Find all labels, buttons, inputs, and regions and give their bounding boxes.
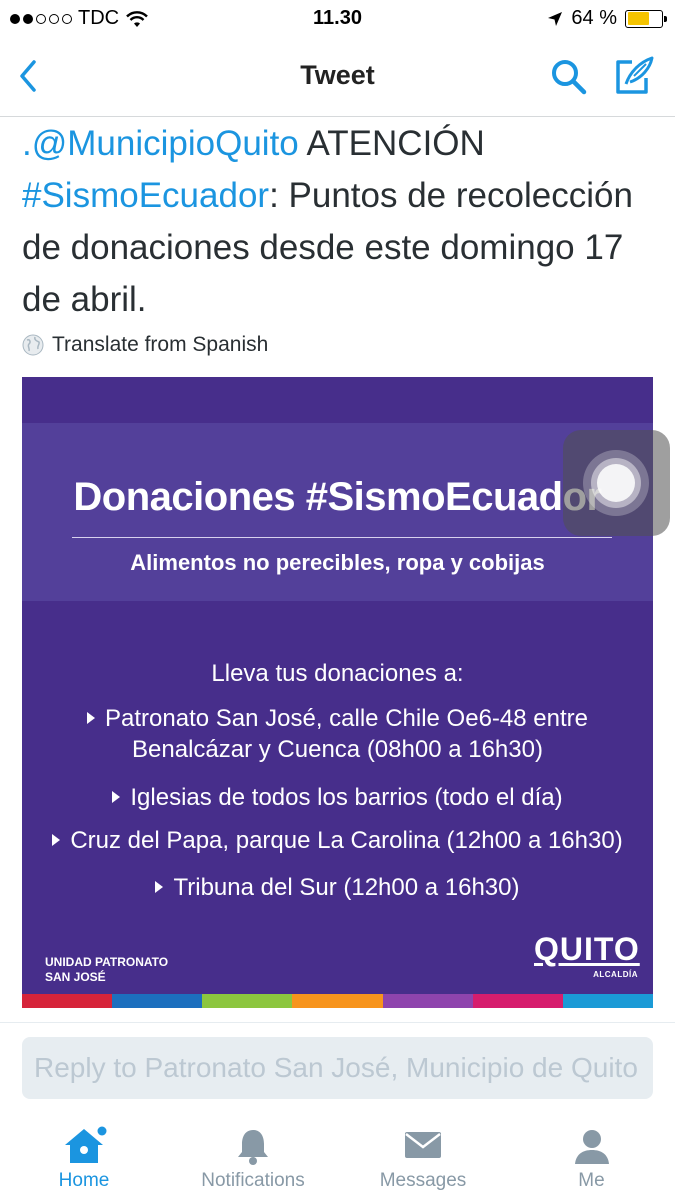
search-icon[interactable] <box>548 56 590 98</box>
tweet-text: .@MunicipioQuito ATENCIÓN #SismoEcuador:… <box>22 118 662 326</box>
location-text: Tribuna del Sur (12h00 a 16h30) <box>173 874 520 901</box>
stripe-segment <box>292 994 383 1008</box>
battery-percent: 64 % <box>571 7 617 29</box>
reply-bar <box>0 1022 675 1113</box>
location-arrow-icon <box>548 11 563 26</box>
media-intro: Lleva tus donaciones a: <box>211 660 464 687</box>
location-item: Iglesias de todos los barrios (todo el d… <box>22 782 653 813</box>
location-text: Cruz del Papa, parque La Carolina (12h00… <box>70 827 623 854</box>
stripe-segment <box>562 994 653 1008</box>
bullet-triangle-icon <box>112 791 121 803</box>
hashtag-link[interactable]: #SismoEcuador <box>22 176 269 215</box>
tab-label: Messages <box>379 1170 467 1191</box>
tab-label: Me <box>578 1170 605 1191</box>
tab-messages[interactable]: Messages <box>338 1112 508 1200</box>
translate-label: Translate from Spanish <box>52 333 269 356</box>
organization-name: UNIDAD PATRONATO SAN JOSÉ <box>45 955 168 985</box>
tweet-media-image[interactable]: Donaciones #SismoEcuador Alimentos no pe… <box>22 377 653 1008</box>
location-item: Tribuna del Sur (12h00 a 16h30) <box>22 872 653 903</box>
status-right: 64 % <box>547 7 667 30</box>
quito-logo: QUITO ALCALDÍA <box>534 931 640 979</box>
envelope-icon <box>405 1132 441 1158</box>
compose-tweet-icon[interactable] <box>612 54 656 98</box>
mention-link[interactable]: .@MunicipioQuito <box>22 124 299 163</box>
org-line: SAN JOSÉ <box>45 970 106 984</box>
divider <box>72 537 612 538</box>
color-stripe <box>22 994 653 1008</box>
stripe-segment <box>112 994 203 1008</box>
assistive-touch-button[interactable] <box>563 430 670 536</box>
battery-icon <box>625 9 667 28</box>
location-item: Cruz del Papa, parque La Carolina (12h00… <box>22 825 653 856</box>
home-icon <box>65 1126 107 1163</box>
reply-input[interactable] <box>22 1037 653 1099</box>
location-text: Benalcázar y Cuenca (08h00 a 16h30) <box>132 736 543 763</box>
tab-label: Notifications <box>201 1170 305 1191</box>
tab-label: Home <box>58 1170 110 1191</box>
logo-sub: ALCALDÍA <box>593 970 638 979</box>
person-icon <box>574 1130 609 1164</box>
stripe-segment <box>472 994 563 1008</box>
bullet-triangle-icon <box>155 881 164 893</box>
logo-word: QUITO <box>534 931 640 967</box>
tab-notifications[interactable]: Notifications <box>168 1112 338 1200</box>
tab-home[interactable]: Home <box>0 1112 168 1200</box>
back-chevron-icon[interactable] <box>14 56 44 96</box>
media-subheadline: Alimentos no perecibles, ropa y cobijas <box>130 550 545 575</box>
navigation-bar: Tweet <box>0 38 675 117</box>
stripe-segment <box>22 994 113 1008</box>
tab-bar: Home Notifications Messages Me <box>0 1112 675 1200</box>
location-item: Patronato San José, calle Chile Oe6-48 e… <box>22 703 653 765</box>
globe-icon <box>22 334 44 356</box>
media-headline: Donaciones #SismoEcuador <box>73 475 602 519</box>
location-text: Patronato San José, calle Chile Oe6-48 e… <box>105 705 588 732</box>
org-line: UNIDAD PATRONATO <box>45 955 169 969</box>
bullet-triangle-icon <box>87 712 96 724</box>
stripe-segment <box>202 994 293 1008</box>
tab-me[interactable]: Me <box>508 1112 675 1200</box>
tweet-text-part: ATENCIÓN <box>298 124 485 163</box>
status-bar: TDC 11.30 64 % <box>0 0 675 38</box>
bell-icon <box>238 1130 268 1165</box>
bullet-triangle-icon <box>52 834 61 846</box>
location-text: Iglesias de todos los barrios (todo el d… <box>130 784 563 811</box>
stripe-segment <box>382 994 473 1008</box>
translate-button[interactable]: Translate from Spanish <box>22 332 268 358</box>
